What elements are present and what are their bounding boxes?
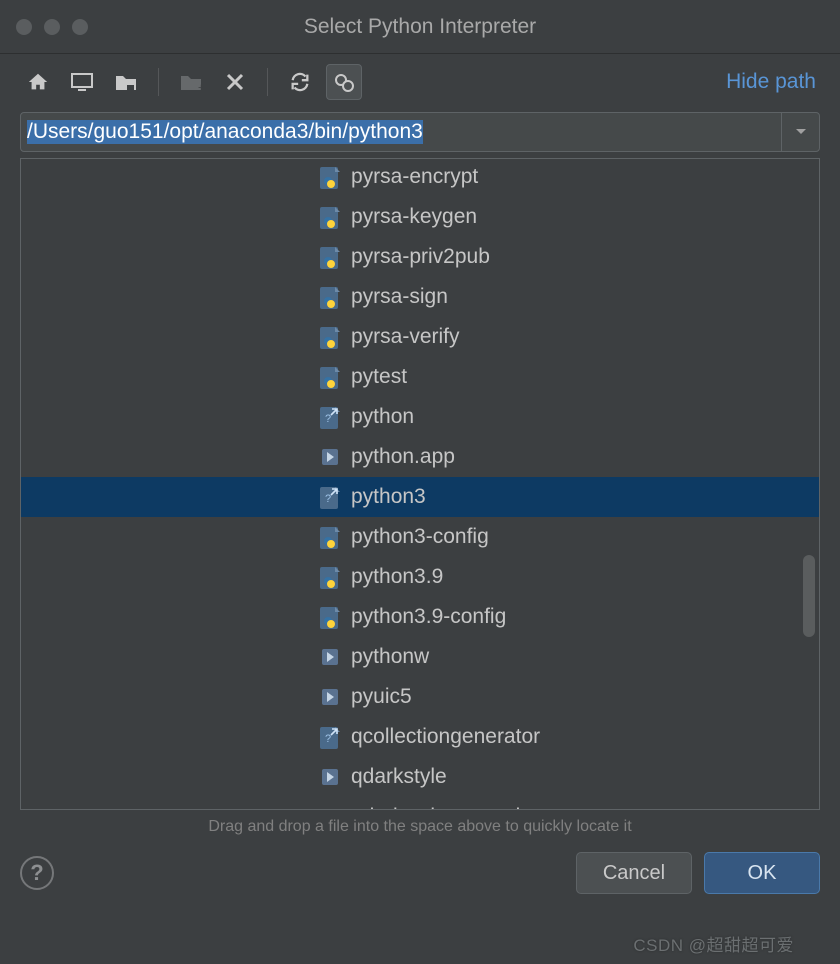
- tree-item[interactable]: ? qcollectiongenerator: [21, 717, 819, 757]
- tree-item-label: pyrsa-priv2pub: [351, 245, 490, 269]
- tree-item-label: pyuic5: [351, 685, 412, 709]
- path-input[interactable]: [21, 113, 781, 151]
- tree-item[interactable]: ? python3: [21, 477, 819, 517]
- python-file-icon: [317, 284, 343, 310]
- svg-text:?: ?: [325, 733, 331, 745]
- drop-hint: Drag and drop a file into the space abov…: [0, 810, 840, 840]
- help-button[interactable]: ?: [20, 856, 54, 890]
- tree-item-label: python3.9-config: [351, 605, 506, 629]
- tree-item-label: pyrsa-sign: [351, 285, 448, 309]
- tree-item-label: python3: [351, 485, 426, 509]
- tree-item[interactable]: pyrsa-verify: [21, 317, 819, 357]
- python-file-icon: [317, 164, 343, 190]
- window-title: Select Python Interpreter: [0, 15, 840, 39]
- python-file-icon: [317, 524, 343, 550]
- tree-item-label: pyrsa-encrypt: [351, 165, 478, 189]
- tree-item[interactable]: pythonw: [21, 637, 819, 677]
- svg-text:?: ?: [325, 493, 331, 505]
- tree-item[interactable]: qdarkstyle: [21, 757, 819, 797]
- scrollbar-thumb[interactable]: [803, 555, 815, 637]
- tree-item[interactable]: python3-config: [21, 517, 819, 557]
- desktop-icon[interactable]: [64, 64, 100, 100]
- svg-text:+: +: [198, 82, 203, 92]
- tree-item-label: qdarkstyle: [351, 765, 447, 789]
- folder-icon: [317, 444, 343, 470]
- tree-item-label: qdarkstyle.example: [351, 805, 532, 810]
- new-folder-icon[interactable]: +: [173, 64, 209, 100]
- svg-text:?: ?: [325, 413, 331, 425]
- project-icon[interactable]: [108, 64, 144, 100]
- path-dropdown[interactable]: [781, 113, 819, 151]
- tree-item[interactable]: pyrsa-encrypt: [21, 158, 819, 197]
- tree-item-label: pyrsa-keygen: [351, 205, 477, 229]
- tree-item-label: python3.9: [351, 565, 443, 589]
- python-file-icon: [317, 364, 343, 390]
- tree-item[interactable]: python.app: [21, 437, 819, 477]
- watermark: CSDN @超甜超可爱: [633, 931, 794, 956]
- cancel-button[interactable]: Cancel: [576, 852, 692, 894]
- tree-item-label: python.app: [351, 445, 455, 469]
- tree-item[interactable]: pyrsa-sign: [21, 277, 819, 317]
- folder-icon: [317, 764, 343, 790]
- tree-item-label: pytest: [351, 365, 407, 389]
- tree-item-label: python: [351, 405, 414, 429]
- tree-item-label: pythonw: [351, 645, 429, 669]
- folder-icon: [317, 684, 343, 710]
- tree-item[interactable]: pyuic5: [21, 677, 819, 717]
- home-icon[interactable]: [20, 64, 56, 100]
- show-hidden-icon[interactable]: [326, 64, 362, 100]
- tree-item[interactable]: qdarkstyle.example: [21, 797, 819, 810]
- delete-icon[interactable]: [217, 64, 253, 100]
- python-file-icon: [317, 604, 343, 630]
- tree-item-label: qcollectiongenerator: [351, 725, 540, 749]
- refresh-icon[interactable]: [282, 64, 318, 100]
- tree-item[interactable]: pyrsa-priv2pub: [21, 237, 819, 277]
- tree-item-label: python3-config: [351, 525, 489, 549]
- file-tree[interactable]: pyrsa-encrypt pyrsa-keygen pyrsa-priv2pub p…: [20, 158, 820, 810]
- tree-item[interactable]: ? python: [21, 397, 819, 437]
- symlink-file-icon: ?: [317, 724, 343, 750]
- toolbar-separator: [267, 68, 268, 96]
- toolbar-separator: [158, 68, 159, 96]
- toolbar: + Hide path: [0, 54, 840, 112]
- tree-item[interactable]: python3.9: [21, 557, 819, 597]
- tree-item-label: pyrsa-verify: [351, 325, 460, 349]
- python-file-icon: [317, 244, 343, 270]
- ok-button[interactable]: OK: [704, 852, 820, 894]
- hide-path-link[interactable]: Hide path: [726, 70, 820, 94]
- tree-item[interactable]: python3.9-config: [21, 597, 819, 637]
- folder-icon: [317, 644, 343, 670]
- python-file-icon: [317, 324, 343, 350]
- symlink-file-icon: ?: [317, 484, 343, 510]
- python-file-icon: [317, 564, 343, 590]
- tree-item[interactable]: pytest: [21, 357, 819, 397]
- symlink-file-icon: ?: [317, 404, 343, 430]
- tree-item[interactable]: pyrsa-keygen: [21, 197, 819, 237]
- folder-icon: [317, 804, 343, 810]
- python-file-icon: [317, 204, 343, 230]
